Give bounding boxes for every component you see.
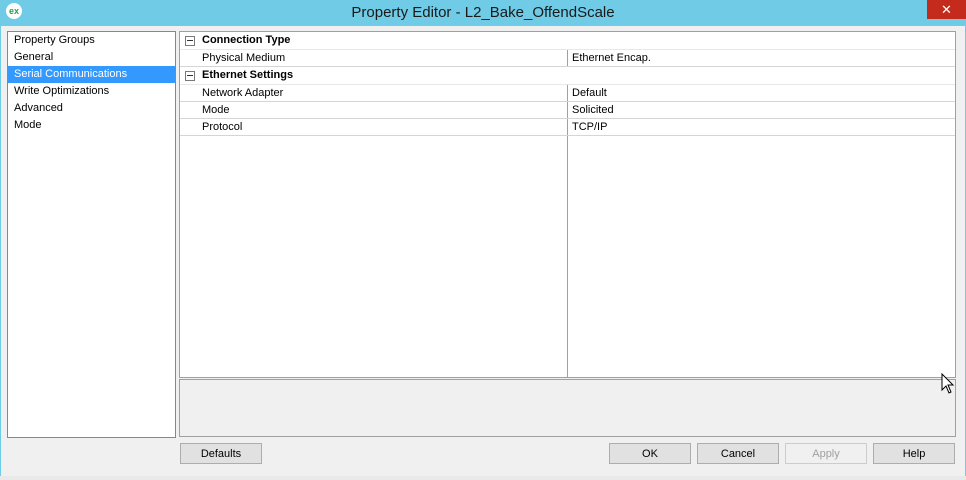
property-row-physical-medium[interactable]: Physical Medium Ethernet Encap. [180, 50, 955, 67]
property-grid[interactable]: Connection Type Physical Medium Ethernet… [179, 31, 956, 378]
category-title: Ethernet Settings [202, 69, 294, 81]
category-title: Connection Type [202, 34, 291, 46]
bottom-edge [0, 476, 966, 480]
category-ethernet-settings[interactable]: Ethernet Settings [180, 67, 955, 85]
cancel-button[interactable]: Cancel [697, 443, 779, 464]
property-name: Protocol [202, 121, 243, 133]
help-button[interactable]: Help [873, 443, 955, 464]
property-row-protocol[interactable]: Protocol TCP/IP [180, 119, 955, 136]
property-groups-list[interactable]: Property Groups General Serial Communica… [7, 31, 176, 438]
group-item-property-groups[interactable]: Property Groups [8, 32, 175, 49]
group-item-advanced[interactable]: Advanced [8, 100, 175, 117]
group-item-write-optimizations[interactable]: Write Optimizations [8, 83, 175, 100]
collapse-minus-icon[interactable] [185, 71, 195, 81]
property-value[interactable]: Ethernet Encap. [572, 50, 651, 66]
apply-button[interactable]: Apply [785, 443, 867, 464]
group-item-mode[interactable]: Mode [8, 117, 175, 134]
property-value[interactable]: TCP/IP [572, 119, 607, 135]
mouse-cursor-icon [941, 373, 955, 394]
property-value[interactable]: Default [572, 85, 607, 101]
group-item-general[interactable]: General [8, 49, 175, 66]
window-title: Property Editor - L2_Bake_OffendScale [351, 4, 615, 21]
category-connection-type[interactable]: Connection Type [180, 32, 955, 50]
property-name: Mode [202, 104, 230, 116]
close-button[interactable]: ✕ [927, 0, 966, 19]
collapse-minus-icon[interactable] [185, 36, 195, 46]
property-row-network-adapter[interactable]: Network Adapter Default [180, 85, 955, 102]
ok-button[interactable]: OK [609, 443, 691, 464]
description-pane [179, 379, 956, 437]
dialog-body: Property Groups General Serial Communica… [1, 26, 965, 476]
property-value[interactable]: Solicited [572, 102, 614, 118]
property-row-mode[interactable]: Mode Solicited [180, 102, 955, 119]
property-name: Physical Medium [202, 52, 286, 64]
title-bar[interactable]: ex Property Editor - L2_Bake_OffendScale… [0, 0, 966, 24]
property-name: Network Adapter [202, 87, 284, 99]
defaults-button[interactable]: Defaults [180, 443, 262, 464]
group-item-serial-communications[interactable]: Serial Communications [8, 66, 175, 83]
